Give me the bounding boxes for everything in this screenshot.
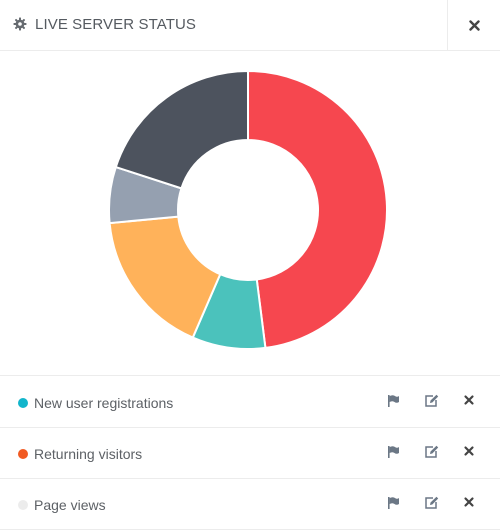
legend-label: Page views bbox=[34, 497, 106, 513]
close-icon bbox=[464, 446, 474, 456]
legend-label: Returning visitors bbox=[34, 446, 143, 462]
close-icon bbox=[464, 395, 474, 405]
edit-icon bbox=[425, 394, 439, 407]
edit-icon bbox=[425, 496, 439, 509]
delete-button[interactable] bbox=[463, 394, 479, 410]
edit-icon bbox=[425, 445, 439, 458]
delete-button[interactable] bbox=[463, 445, 479, 461]
flag-icon bbox=[388, 395, 399, 407]
flag-icon bbox=[388, 497, 399, 509]
chart-area bbox=[0, 52, 500, 376]
legend-item-returning-visitors: Returning visitors bbox=[0, 428, 500, 479]
edit-button[interactable] bbox=[424, 394, 440, 410]
donut-slice-5 bbox=[114, 69, 249, 190]
edit-button[interactable] bbox=[424, 496, 440, 512]
panel-close-button[interactable] bbox=[447, 0, 500, 51]
gear-icon bbox=[13, 17, 27, 31]
close-icon bbox=[469, 20, 480, 31]
close-icon bbox=[464, 497, 474, 507]
flag-button[interactable] bbox=[386, 394, 402, 410]
flag-button[interactable] bbox=[386, 496, 402, 512]
legend-dot bbox=[18, 398, 28, 408]
panel-header: LIVE SERVER STATUS bbox=[0, 0, 500, 51]
legend-dot bbox=[18, 449, 28, 459]
legend-label: New user registrations bbox=[34, 395, 174, 411]
panel-title: LIVE SERVER STATUS bbox=[35, 16, 197, 33]
legend-dot bbox=[18, 500, 28, 510]
flag-button[interactable] bbox=[386, 445, 402, 461]
donut-slice-1 bbox=[247, 69, 388, 350]
delete-button[interactable] bbox=[463, 496, 479, 512]
edit-button[interactable] bbox=[424, 445, 440, 461]
donut-chart bbox=[108, 69, 388, 350]
legend-item-new-user-registrations: New user registrations bbox=[0, 377, 500, 428]
legend-item-page-views: Page views bbox=[0, 479, 500, 530]
flag-icon bbox=[388, 446, 399, 458]
server-status-panel: LIVE SERVER STATUS New user registration… bbox=[0, 0, 500, 530]
